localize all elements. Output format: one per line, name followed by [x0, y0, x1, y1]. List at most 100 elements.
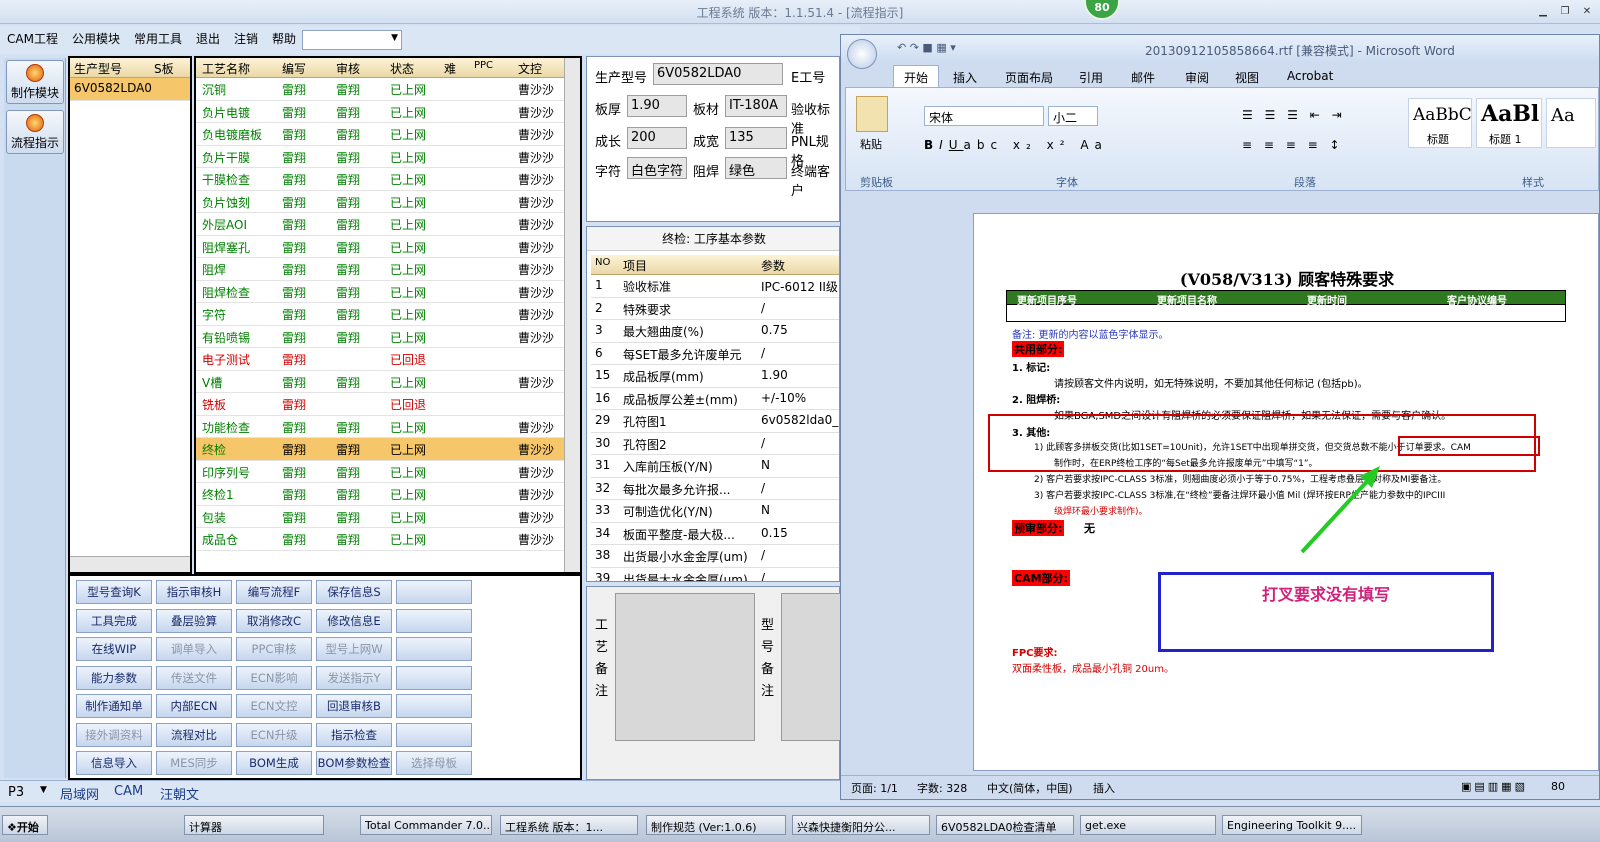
- action-button[interactable]: 型号查询K: [76, 580, 152, 604]
- word-status-page[interactable]: 页面: 1/1: [851, 780, 898, 796]
- process-row[interactable]: 阻焊塞孔 雷翔 雷翔 已上网 曹沙沙: [196, 236, 566, 258]
- action-button[interactable]: 回退审核B: [316, 694, 392, 718]
- menu-logout[interactable]: 注销: [227, 26, 265, 52]
- word-tab-home[interactable]: 开始: [893, 65, 940, 89]
- param-row[interactable]: 29 孔符图1 6v0582lda0_d: [591, 410, 839, 433]
- action-button[interactable]: ECN升级: [236, 722, 312, 747]
- model-notes-field[interactable]: [781, 593, 841, 741]
- param-row[interactable]: 39 出货最大水金金厚(um) /: [591, 568, 839, 582]
- process-row[interactable]: 阻焊 雷翔 雷翔 已上网 曹沙沙: [196, 258, 566, 281]
- length-field[interactable]: 200: [627, 127, 687, 149]
- menu-exit[interactable]: 退出: [189, 26, 227, 52]
- action-button[interactable]: 指示审核H: [156, 580, 232, 604]
- param-row[interactable]: 1 验收标准 IPC-6012 II级: [591, 275, 839, 298]
- param-row[interactable]: 6 每SET最多允许废单元 /: [591, 343, 839, 365]
- task-total-commander[interactable]: Total Commander 7.0...: [360, 815, 492, 835]
- process-row[interactable]: 功能检查 雷翔 雷翔 已上网 曹沙沙: [196, 416, 566, 438]
- col-ppc[interactable]: PPC: [474, 60, 493, 71]
- action-button[interactable]: 内部ECN: [156, 694, 232, 718]
- process-row[interactable]: 沉铜 雷翔 雷翔 已上网 曹沙沙: [196, 78, 566, 101]
- word-tab-acrobat[interactable]: Acrobat: [1287, 69, 1333, 83]
- quick-access-toolbar[interactable]: ↶ ↷ ■ ▦ ▾: [897, 41, 956, 54]
- action-button[interactable]: ECN影响: [236, 665, 312, 690]
- col-s-board[interactable]: S板: [154, 60, 174, 77]
- task-xingsen[interactable]: 兴森快捷衡阳分公...: [792, 815, 930, 835]
- col-auditor[interactable]: 审核: [336, 60, 360, 77]
- action-button[interactable]: 修改信息E: [316, 608, 392, 633]
- action-button[interactable]: 传送文件: [156, 665, 232, 690]
- process-row[interactable]: 负片干膜 雷翔 雷翔 已上网 曹沙沙: [196, 146, 566, 168]
- action-button[interactable]: 信息导入: [76, 751, 152, 775]
- align-buttons[interactable]: ≡ ≡ ≡ ≡ ↕: [1242, 138, 1344, 152]
- process-row[interactable]: 字符 雷翔 雷翔 已上网 曹沙沙: [196, 303, 566, 326]
- office-button-icon[interactable]: [847, 39, 877, 69]
- action-button[interactable]: 选择母板: [396, 751, 472, 775]
- menu-combo-box[interactable]: ▼: [302, 30, 402, 50]
- paste-label[interactable]: 粘贴: [860, 136, 882, 152]
- blank-button[interactable]: [396, 580, 472, 604]
- col-writer[interactable]: 编写: [282, 60, 306, 77]
- flow-indicator-button[interactable]: 流程指示: [6, 110, 64, 154]
- model-field[interactable]: 6V0582LDA0: [653, 63, 783, 85]
- view-mode-icons[interactable]: ▣▤▥▦▧: [1461, 780, 1528, 793]
- font-size-box[interactable]: 小二: [1048, 106, 1098, 126]
- restore-icon[interactable]: ❐: [1556, 6, 1574, 20]
- material-field[interactable]: IT-180A: [725, 95, 787, 117]
- col-process-name[interactable]: 工艺名称: [202, 60, 250, 77]
- process-row[interactable]: 干膜检查 雷翔 雷翔 已上网 曹沙沙: [196, 168, 566, 191]
- col-model[interactable]: 生产型号: [74, 60, 122, 77]
- word-tab-layout[interactable]: 页面布局: [1005, 69, 1053, 86]
- status-p3[interactable]: P3: [8, 785, 24, 800]
- word-status-language[interactable]: 中文(简体，中国): [987, 780, 1073, 796]
- task-spec[interactable]: 制作规范 (Ver:1.0.6): [646, 815, 786, 835]
- word-tab-review[interactable]: 审阅: [1185, 69, 1209, 86]
- font-name-box[interactable]: 宋体: [924, 106, 1044, 126]
- action-button[interactable]: BOM生成: [236, 751, 312, 775]
- style-normal[interactable]: AaBbC 标题: [1408, 98, 1472, 148]
- vertical-scrollbar[interactable]: [564, 58, 580, 572]
- blank-button[interactable]: [396, 694, 472, 718]
- process-row[interactable]: 外层AOI 雷翔 雷翔 已上网 曹沙沙: [196, 213, 566, 236]
- process-row[interactable]: 印序列号 雷翔 雷翔 已上网 曹沙沙: [196, 461, 566, 483]
- param-row[interactable]: 38 出货最小水金金厚(um) /: [591, 545, 839, 568]
- param-row[interactable]: 3 最大翘曲度(%) 0.75: [591, 320, 839, 343]
- col-item[interactable]: 项目: [623, 257, 647, 274]
- col-param[interactable]: 参数: [761, 257, 785, 274]
- action-button[interactable]: 编写流程F: [236, 580, 312, 604]
- param-row[interactable]: 34 板面平整度-最大极... 0.15: [591, 523, 839, 545]
- start-button[interactable]: ❖开始: [2, 815, 48, 835]
- word-tab-references[interactable]: 引用: [1079, 69, 1103, 86]
- model-list-item[interactable]: 6V0582LDA0: [70, 78, 190, 101]
- action-button[interactable]: PPC审核: [236, 637, 312, 661]
- task-checklist[interactable]: 6V0582LDA0检查清单: [936, 815, 1074, 835]
- action-button[interactable]: 型号上网W: [316, 637, 392, 661]
- minimize-icon[interactable]: ▁: [1534, 6, 1552, 20]
- blank-button[interactable]: [396, 665, 472, 690]
- paragraph-buttons[interactable]: ☰ ☰ ☰ ⇤ ⇥: [1242, 108, 1346, 122]
- word-tab-mailings[interactable]: 邮件: [1131, 69, 1155, 86]
- action-button[interactable]: 在线WIP: [76, 637, 152, 661]
- process-row[interactable]: 终检 雷翔 雷翔 已上网 曹沙沙: [196, 438, 566, 461]
- action-button[interactable]: 取消修改C: [236, 608, 312, 633]
- process-row[interactable]: 负片蚀刻 雷翔 雷翔 已上网 曹沙沙: [196, 191, 566, 213]
- action-button[interactable]: 流程对比: [156, 722, 232, 747]
- close-icon[interactable]: ✕: [1578, 6, 1596, 20]
- action-button[interactable]: ECN文控: [236, 694, 312, 718]
- col-no[interactable]: NO: [595, 257, 610, 268]
- action-button[interactable]: 接外调资料: [76, 722, 152, 747]
- action-button[interactable]: 调单导入: [156, 637, 232, 661]
- param-row[interactable]: 15 成品板厚(mm) 1.90: [591, 365, 839, 388]
- task-engineering-toolkit[interactable]: Engineering Toolkit 9....: [1222, 815, 1362, 835]
- param-row[interactable]: 31 入库前压板(Y/N) N: [591, 455, 839, 478]
- word-zoom[interactable]: 80: [1551, 780, 1565, 793]
- style-heading-1[interactable]: AaBl 标题 1: [1476, 98, 1542, 148]
- word-status-insert[interactable]: 插入: [1093, 780, 1115, 796]
- param-row[interactable]: 32 每批次最多允许报... /: [591, 478, 839, 500]
- col-status[interactable]: 状态: [390, 60, 414, 77]
- process-row[interactable]: 负片电镀 雷翔 雷翔 已上网 曹沙沙: [196, 101, 566, 123]
- action-button[interactable]: BOM参数检查: [316, 751, 392, 775]
- char-field[interactable]: 白色字符: [627, 157, 687, 179]
- menu-help[interactable]: 帮助: [265, 26, 303, 52]
- action-button[interactable]: 叠层验算: [156, 608, 232, 633]
- process-row[interactable]: 包装 雷翔 雷翔 已上网 曹沙沙: [196, 506, 566, 528]
